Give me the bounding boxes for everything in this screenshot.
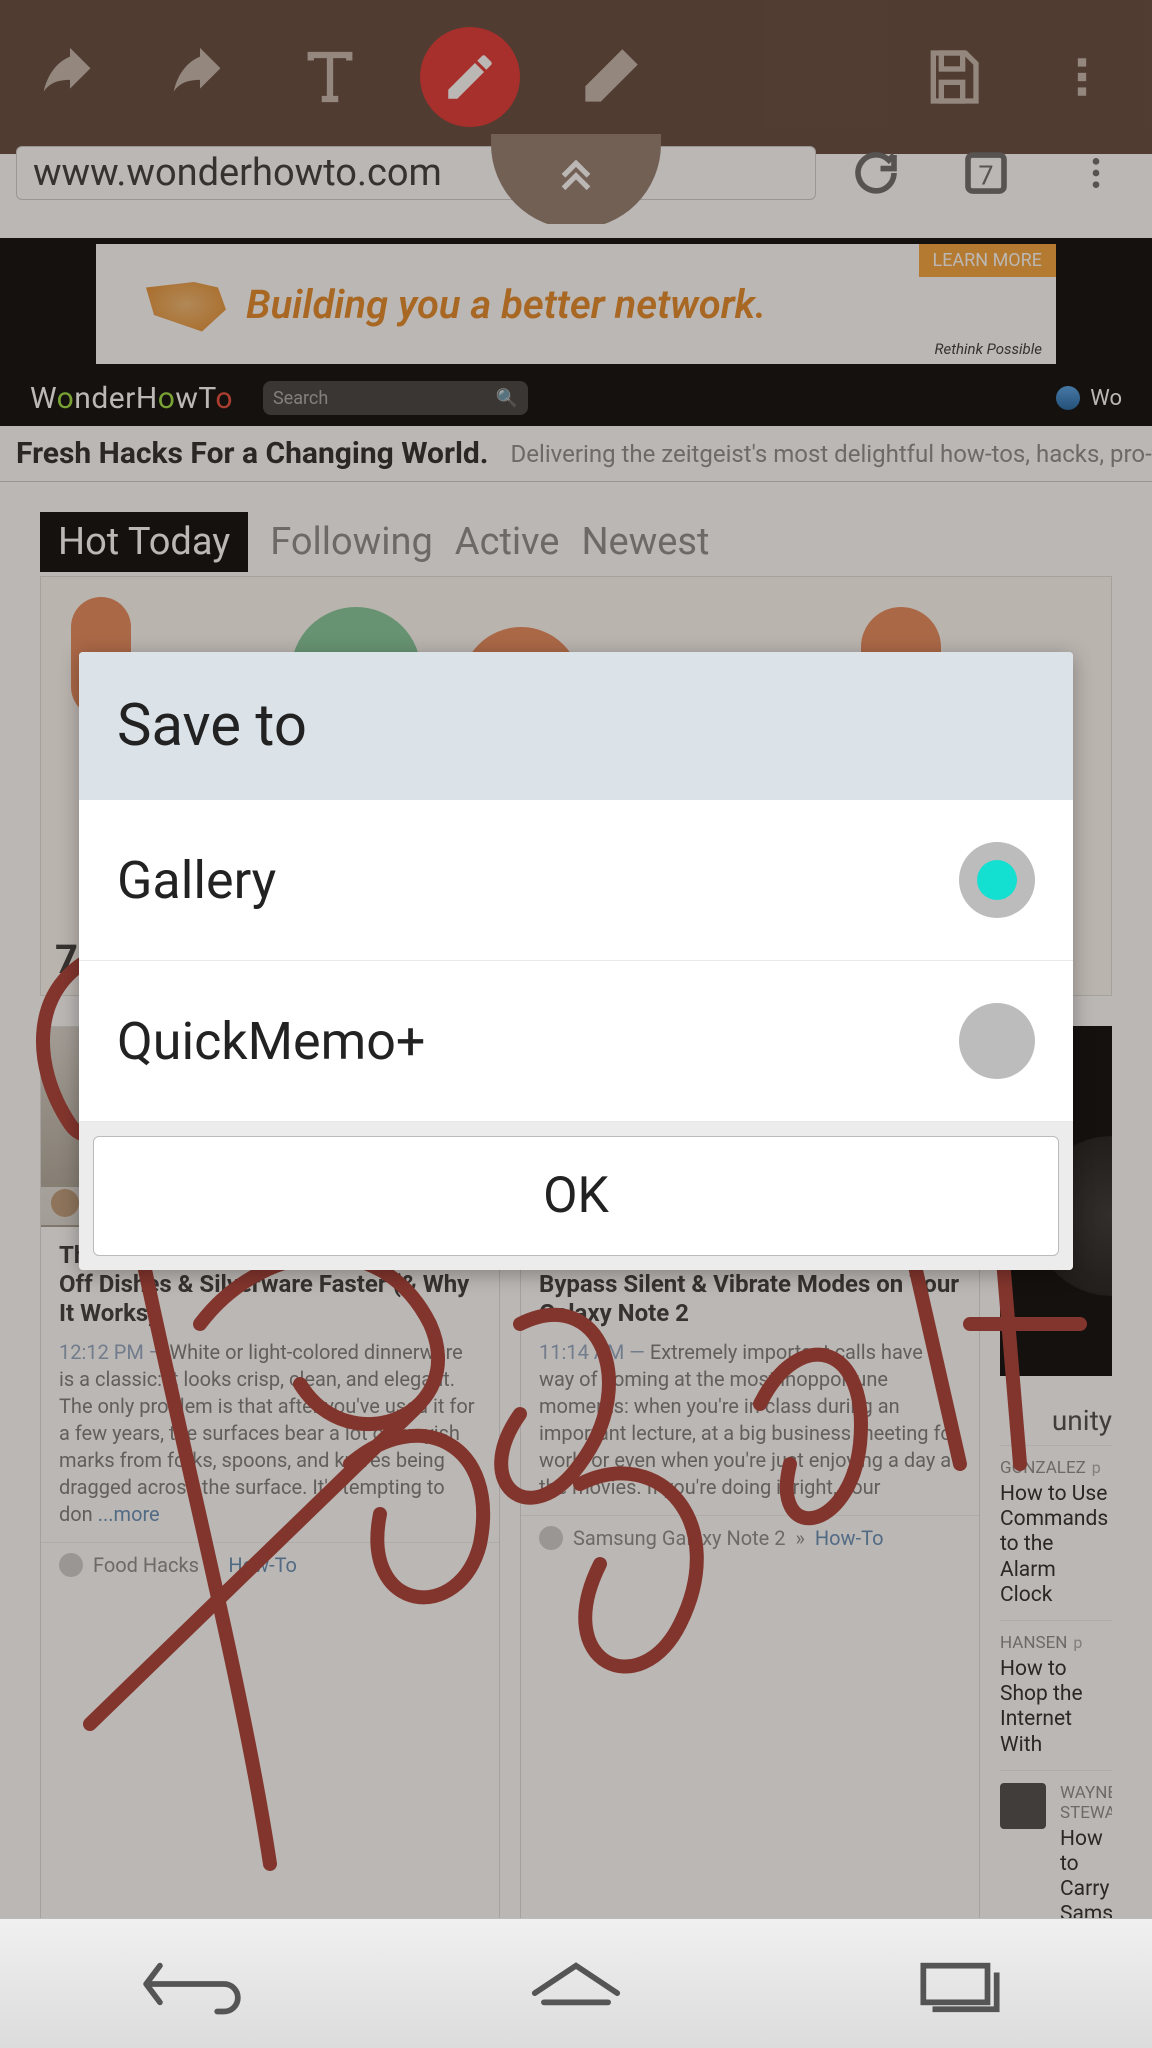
system-nav-bar <box>0 1918 1152 2048</box>
modal-overlay: Save to Gallery QuickMemo+ OK <box>0 0 1152 2048</box>
ok-button[interactable]: OK <box>93 1136 1059 1256</box>
save-to-dialog: Save to Gallery QuickMemo+ OK <box>79 652 1073 1270</box>
home-button[interactable] <box>521 1949 631 2019</box>
dialog-title: Save to <box>79 652 1073 800</box>
option-gallery[interactable]: Gallery <box>79 800 1073 961</box>
radio-selected[interactable] <box>959 842 1035 918</box>
option-label: QuickMemo+ <box>117 1011 425 1072</box>
option-quickmemo[interactable]: QuickMemo+ <box>79 961 1073 1122</box>
recent-apps-button[interactable] <box>905 1949 1015 2019</box>
radio-unselected[interactable] <box>959 1003 1035 1079</box>
option-label: Gallery <box>117 850 276 911</box>
back-button[interactable] <box>137 1949 247 2019</box>
